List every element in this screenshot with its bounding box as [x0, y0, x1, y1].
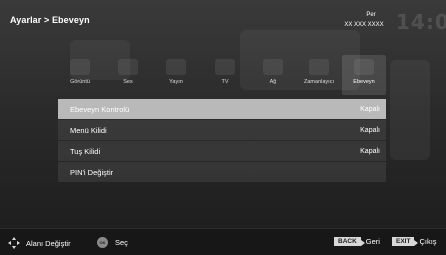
back-key-icon: BACK [334, 237, 365, 246]
tv-settings-screen: Ayarlar > Ebeveyn Per XX XXX XXXX 14:03 … [0, 0, 446, 255]
menu-item-parental-control[interactable]: Ebeveyn Kontrolü Kapalı [58, 99, 386, 119]
tab-sound[interactable]: Ses [106, 55, 150, 95]
back-label: Geri [365, 237, 380, 246]
tab-timer[interactable]: Zamanlayıcı [297, 55, 341, 95]
exit-hint: EXIT Çıkış [392, 237, 437, 246]
tab-label: Yayın [169, 79, 183, 85]
navigate-hint: Alanı Değiştir [8, 237, 71, 249]
menu-item-value: Kapalı [360, 147, 380, 155]
ok-button-icon: OK [97, 237, 108, 248]
tab-tv[interactable]: TV [203, 55, 247, 95]
parental-icon [354, 59, 374, 75]
tab-label: Ebeveyn [353, 79, 375, 85]
settings-tabs: Görüntü Ses Yayın TV Ağ Zamanlayıcı Ebev… [58, 55, 388, 95]
background-blur [390, 60, 430, 160]
select-label: Seç [115, 238, 128, 247]
navigate-label: Alanı Değiştir [26, 238, 71, 248]
menu-item-menu-lock[interactable]: Menü Kilidi Kapalı [58, 120, 386, 140]
tab-label: Görüntü [70, 79, 90, 85]
footer-hints: Alanı Değiştir OK Seç BACK Geri EXIT Çık… [0, 228, 446, 255]
tab-label: Ses [123, 79, 133, 85]
tab-label: Zamanlayıcı [304, 79, 334, 85]
picture-icon [70, 59, 90, 75]
menu-item-key-lock[interactable]: Tuş Kilidi Kapalı [58, 141, 386, 161]
menu-item-change-pin[interactable]: PIN'i Değiştir [58, 162, 386, 182]
tab-picture[interactable]: Görüntü [58, 55, 102, 95]
date-label: XX XXX XXXX [344, 22, 384, 28]
breadcrumb: Ayarlar > Ebeveyn [10, 15, 90, 25]
menu-item-value: Kapalı [360, 105, 380, 113]
dpad-icon [8, 237, 20, 249]
network-icon [263, 59, 283, 75]
tv-icon [215, 59, 235, 75]
tab-network[interactable]: Ağ [251, 55, 295, 95]
broadcast-icon [166, 59, 186, 75]
timer-icon [309, 59, 329, 75]
tab-label: TV [221, 79, 229, 85]
tab-parental[interactable]: Ebeveyn [342, 55, 386, 95]
clock: 14:03 [396, 10, 446, 34]
day-label: Per [366, 12, 376, 18]
back-hint: BACK Geri [334, 237, 380, 246]
menu-item-label: PIN'i Değiştir [70, 167, 114, 177]
exit-label: Çıkış [419, 237, 437, 246]
menu-item-label: Tuş Kilidi [70, 146, 101, 156]
exit-key-icon: EXIT [392, 237, 419, 246]
select-hint: OK Seç [97, 237, 128, 248]
sound-icon [118, 59, 138, 75]
menu-item-label: Menü Kilidi [70, 125, 107, 135]
tab-broadcast[interactable]: Yayın [154, 55, 198, 95]
menu-item-label: Ebeveyn Kontrolü [70, 104, 130, 114]
menu-item-value: Kapalı [360, 126, 380, 134]
tab-label: Ağ [269, 79, 277, 85]
parental-menu: Ebeveyn Kontrolü Kapalı Menü Kilidi Kapa… [58, 99, 386, 183]
